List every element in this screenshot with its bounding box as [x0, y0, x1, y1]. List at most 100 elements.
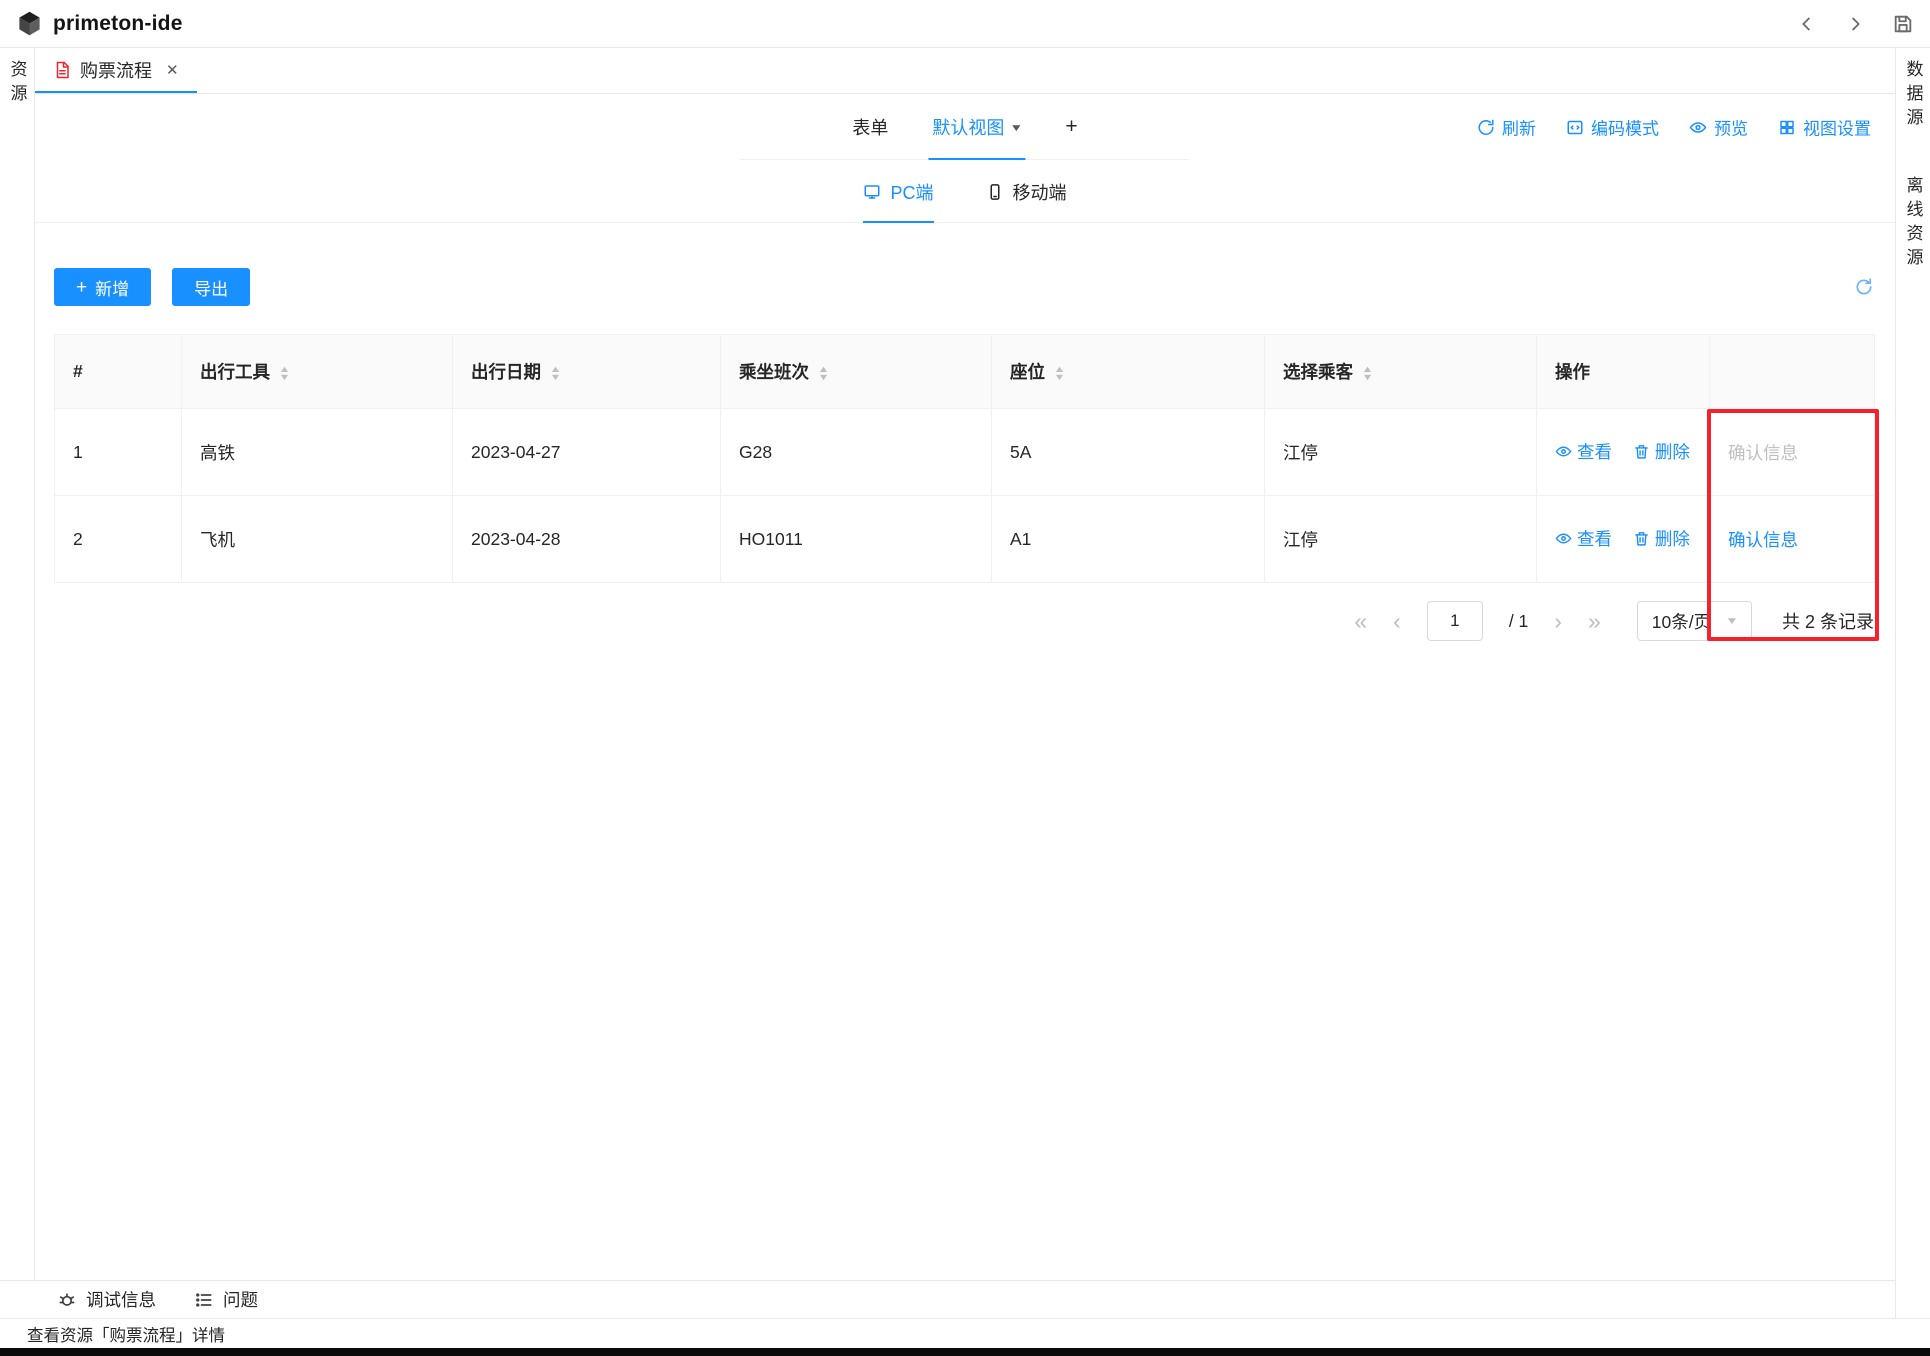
view-link[interactable]: 查看 [1555, 439, 1612, 464]
sort-icon[interactable]: ▲▼ [1055, 365, 1064, 381]
page-size-select[interactable]: 10条/页 ▼ [1637, 601, 1752, 641]
column-header-passenger[interactable]: 选择乘客▲▼ [1265, 335, 1537, 409]
bottom-toolbar: 调试信息 问题 [0, 1280, 1895, 1318]
cell-passenger: 江停 [1265, 496, 1537, 583]
prev-page-button[interactable]: ‹ [1393, 610, 1401, 633]
cell-train: G28 [721, 409, 992, 496]
preview-label: 预览 [1714, 115, 1748, 140]
tab-mobile[interactable]: 移动端 [986, 160, 1067, 223]
issues-button[interactable]: 问题 [194, 1287, 258, 1312]
page-input[interactable]: 1 [1427, 601, 1483, 641]
view-settings-label: 视图设置 [1803, 115, 1871, 140]
column-header-date[interactable]: 出行日期▲▼ [453, 335, 721, 409]
add-view-button[interactable]: + [1061, 94, 1081, 160]
column-header-tool[interactable]: 出行工具▲▼ [182, 335, 453, 409]
sort-icon[interactable]: ▲▼ [280, 365, 289, 381]
table-row: 2 飞机 2023-04-28 HO1011 A1 江停 查看 删除 [55, 496, 1875, 583]
right-rail: 数据源 离线资源 [1895, 48, 1930, 1348]
refresh-button[interactable]: 刷新 [1477, 115, 1536, 140]
delete-link[interactable]: 删除 [1633, 439, 1690, 464]
table-header-row: # 出行工具▲▼ 出行日期▲▼ 乘坐班次▲▼ 座位▲▼ 选择乘客▲▼ 操作 [55, 335, 1875, 409]
cell-operations: 查看 删除 [1537, 496, 1710, 583]
cell-seat: A1 [992, 496, 1265, 583]
next-page-button[interactable]: › [1554, 610, 1562, 633]
cell-confirm: 确认信息 [1710, 409, 1875, 496]
sync-icon[interactable] [1854, 277, 1874, 297]
cell-passenger: 江停 [1265, 409, 1537, 496]
trash-icon [1633, 443, 1650, 460]
list-icon [194, 1290, 214, 1310]
code-mode-button[interactable]: 编码模式 [1566, 115, 1659, 140]
plus-icon: + [76, 278, 87, 297]
column-header-operations: 操作 [1537, 335, 1710, 409]
plus-icon: + [1065, 115, 1077, 139]
records-table: # 出行工具▲▼ 出行日期▲▼ 乘坐班次▲▼ 座位▲▼ 选择乘客▲▼ 操作 1 … [54, 334, 1875, 583]
preview-icon [1689, 118, 1707, 136]
code-mode-icon [1566, 118, 1584, 136]
view-tab-row: 表单 默认视图 ▼ + 刷新 编码模式 预览 [35, 94, 1895, 160]
column-header-seat[interactable]: 座位▲▼ [992, 335, 1265, 409]
last-page-button[interactable]: » [1588, 610, 1601, 633]
add-record-button[interactable]: + 新增 [54, 268, 151, 306]
status-text: 查看资源「购票流程」详情 [27, 1322, 225, 1346]
history-back-icon[interactable] [1796, 13, 1818, 35]
status-bar: 查看资源「购票流程」详情 [0, 1318, 1930, 1348]
total-records-label: 共 2 条记录 [1782, 608, 1874, 634]
sort-icon[interactable]: ▲▼ [819, 365, 828, 381]
add-record-label: 新增 [95, 275, 129, 300]
left-rail: 资源 [0, 48, 35, 1280]
issues-label: 问题 [223, 1287, 258, 1312]
tab-pc[interactable]: PC端 [863, 160, 933, 223]
chevron-down-icon: ▼ [1725, 616, 1739, 627]
cell-confirm: 确认信息 [1710, 496, 1875, 583]
monitor-icon [863, 183, 881, 201]
app-title: primeton-ide [53, 12, 183, 36]
tab-label: 购票流程 [80, 57, 152, 83]
tab-ticket-flow[interactable]: 购票流程 ✕ [35, 48, 197, 93]
refresh-icon [1477, 118, 1495, 136]
refresh-label: 刷新 [1502, 115, 1536, 140]
tab-form[interactable]: 表单 [848, 94, 892, 160]
tab-pc-label: PC端 [890, 179, 933, 205]
chevron-down-icon: ▼ [1009, 123, 1023, 134]
sort-icon[interactable]: ▲▼ [1363, 365, 1372, 381]
confirm-info-link[interactable]: 确认信息 [1728, 530, 1798, 550]
view-link[interactable]: 查看 [1555, 526, 1612, 551]
app-header: primeton-ide [0, 0, 1930, 48]
tab-default-view[interactable]: 默认视图 ▼ [928, 94, 1025, 160]
delete-link-label: 删除 [1655, 439, 1690, 464]
bottom-black-strip [0, 1348, 1930, 1356]
debug-icon [57, 1290, 77, 1310]
view-settings-button[interactable]: 视图设置 [1778, 115, 1871, 140]
total-pages-label: / 1 [1509, 611, 1528, 632]
confirm-info-link[interactable]: 确认信息 [1728, 443, 1798, 463]
table-row: 1 高铁 2023-04-27 G28 5A 江停 查看 删除 [55, 409, 1875, 496]
eye-icon [1555, 443, 1572, 460]
offline-resources-rail-item[interactable]: 离线资源 [1901, 176, 1926, 272]
preview-button[interactable]: 预览 [1689, 115, 1748, 140]
delete-link[interactable]: 删除 [1633, 526, 1690, 551]
datasource-rail-item[interactable]: 数据源 [1901, 60, 1926, 132]
tab-mobile-label: 移动端 [1013, 179, 1067, 205]
resources-rail-item[interactable]: 资源 [5, 60, 30, 108]
export-button[interactable]: 导出 [172, 268, 250, 306]
sort-icon[interactable]: ▲▼ [551, 365, 560, 381]
view-link-label: 查看 [1577, 439, 1612, 464]
cell-operations: 查看 删除 [1537, 409, 1710, 496]
column-header-train[interactable]: 乘坐班次▲▼ [721, 335, 992, 409]
cell-date: 2023-04-28 [453, 496, 721, 583]
grid-settings-icon [1778, 118, 1796, 136]
eye-icon [1555, 530, 1572, 547]
cell-tool: 飞机 [182, 496, 453, 583]
action-button-row: + 新增 导出 [54, 268, 1874, 306]
history-forward-icon[interactable] [1844, 13, 1866, 35]
first-page-button[interactable]: « [1354, 610, 1367, 633]
tab-default-view-label: 默认视图 [932, 114, 1004, 140]
close-icon[interactable]: ✕ [166, 61, 179, 79]
cell-date: 2023-04-27 [453, 409, 721, 496]
save-icon[interactable] [1892, 13, 1914, 35]
column-header-confirm [1710, 335, 1875, 409]
debug-info-button[interactable]: 调试信息 [57, 1287, 156, 1312]
app-logo-icon [16, 10, 43, 37]
cell-tool: 高铁 [182, 409, 453, 496]
